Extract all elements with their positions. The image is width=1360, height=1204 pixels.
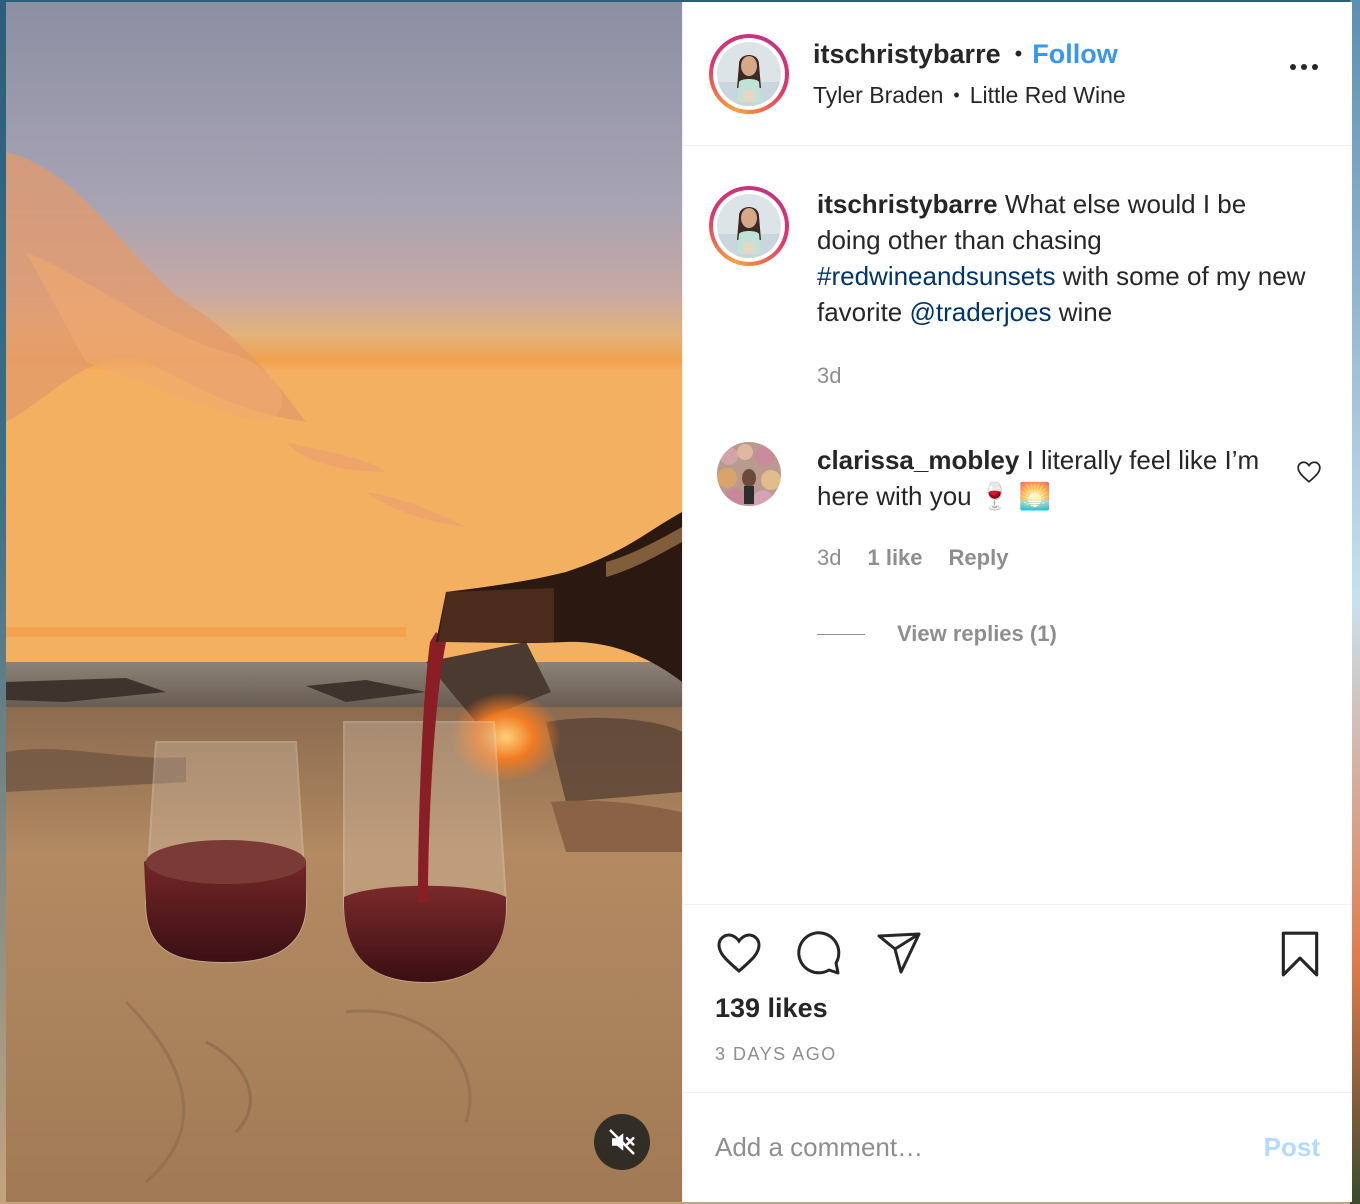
add-comment-bar: Post [683, 1092, 1352, 1202]
comment-item: clarissa_mobley I literally feel like I’… [709, 442, 1326, 652]
separator-dot: • [953, 84, 960, 105]
caption-time: 3d [817, 363, 842, 388]
bookmark-icon[interactable] [1278, 929, 1322, 979]
post-modal: itschristybarre • Follow Tyler Braden • … [6, 2, 1352, 1202]
caption-text-part: wine [1051, 297, 1113, 327]
comment-input[interactable] [715, 1132, 1264, 1163]
audio-track[interactable]: Little Red Wine [970, 82, 1126, 109]
caption-author-avatar[interactable] [709, 186, 789, 266]
comment-likes-link[interactable]: 1 like [867, 540, 922, 576]
post-video[interactable] [6, 2, 682, 1202]
separator-dot: • [1014, 41, 1023, 66]
send-icon[interactable] [875, 930, 923, 976]
likes-count[interactable]: 139 likes [715, 993, 1322, 1024]
post-caption: itschristybarre What else would I be doi… [709, 186, 1326, 394]
caption-text: itschristybarre What else would I be doi… [817, 186, 1317, 330]
view-replies-button[interactable]: View replies (1) [817, 616, 1267, 652]
caption-username[interactable]: itschristybarre [817, 189, 998, 219]
post-side-panel: itschristybarre • Follow Tyler Braden • … [682, 2, 1352, 1202]
post-actions: 139 likes 3 DAYS AGO [683, 904, 1352, 1092]
commenter-avatar[interactable] [717, 442, 781, 506]
mute-toggle-button[interactable] [594, 1114, 650, 1170]
post-comment-button[interactable]: Post [1264, 1132, 1320, 1163]
view-replies-label: View replies (1) [897, 621, 1057, 646]
comment-icon[interactable] [795, 929, 843, 977]
comments-section: itschristybarre What else would I be doi… [683, 146, 1352, 904]
hashtag-link[interactable]: #redwineandsunsets [817, 261, 1056, 291]
author-username[interactable]: itschristybarre [813, 39, 1001, 70]
comment-like-heart-icon[interactable] [1296, 460, 1322, 484]
post-header: itschristybarre • Follow Tyler Braden • … [683, 2, 1352, 146]
audio-artist[interactable]: Tyler Braden [813, 82, 943, 109]
author-avatar-image [717, 41, 781, 106]
sunset-wine-image [6, 2, 682, 1202]
mention-link[interactable]: @traderjoes [910, 297, 1052, 327]
post-timestamp: 3 DAYS AGO [715, 1044, 837, 1064]
comment-time: 3d [817, 545, 842, 570]
follow-button[interactable]: Follow [1032, 39, 1117, 70]
heart-icon[interactable] [715, 931, 763, 975]
caption-avatar-image [717, 194, 781, 258]
muted-speaker-icon [609, 1129, 635, 1155]
more-options-icon[interactable] [1290, 64, 1318, 70]
commenter-username[interactable]: clarissa_mobley [817, 445, 1019, 475]
comment-text: clarissa_mobley I literally feel like I’… [817, 442, 1267, 514]
replies-divider [817, 633, 865, 635]
author-avatar[interactable] [709, 33, 789, 114]
reply-button[interactable]: Reply [949, 540, 1009, 576]
